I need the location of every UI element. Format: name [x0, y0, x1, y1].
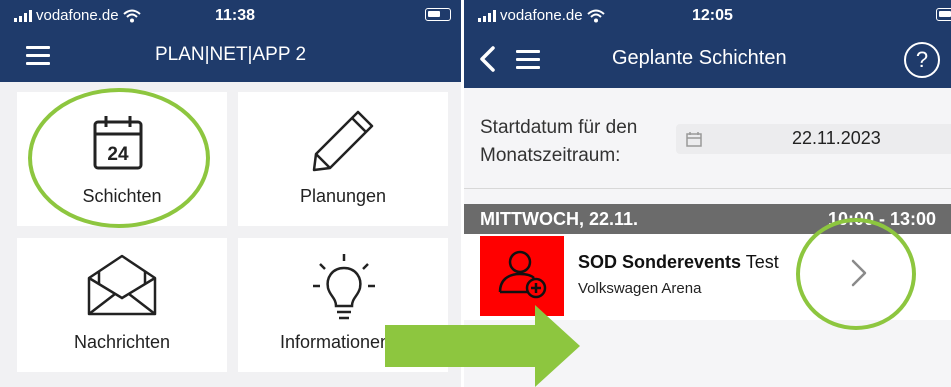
day-label: MITTWOCH, 22.11.: [480, 209, 639, 229]
tile-label: Schichten: [82, 186, 162, 206]
start-date-label: Startdatum für den Monatszeitraum:: [480, 117, 638, 166]
envelope-icon: [87, 254, 157, 316]
menu-icon[interactable]: [516, 50, 540, 69]
day-section-header: MITTWOCH, 22.11. 10:00 - 13:00: [464, 204, 951, 234]
shift-title-bold: SOD Sonderevents: [578, 252, 742, 272]
battery-icon: [425, 8, 451, 21]
arrow-right-icon: [385, 305, 580, 387]
signal-icon: [14, 9, 32, 22]
top-navbar: vodafone.de 12:05 Geplante Schichten ?: [464, 0, 951, 88]
help-button[interactable]: ?: [904, 42, 940, 78]
lightbulb-icon: [313, 254, 375, 320]
carrier-label: vodafone.de: [36, 7, 119, 24]
start-date-value: 22.11.2023: [792, 128, 881, 148]
tile-label: Planungen: [299, 186, 387, 206]
battery-icon: [936, 8, 951, 21]
status-time: 12:05: [692, 7, 733, 24]
user-add-icon: [498, 250, 547, 299]
divider: [464, 188, 951, 189]
shift-type-badge: [480, 236, 564, 316]
page-title: Geplante Schichten: [612, 47, 787, 69]
tile-schichten[interactable]: 24 Schichten: [17, 92, 227, 226]
tile-label: Nachrichten: [73, 332, 171, 352]
start-date-field[interactable]: 22.11.2023: [676, 124, 951, 154]
shift-title: SOD Sonderevents Test: [578, 252, 779, 273]
time-range: 10:00 - 13:00: [828, 209, 937, 229]
top-navbar: vodafone.de 11:38 PLAN|NET|APP 2: [0, 0, 461, 82]
carrier-label: vodafone.de: [500, 7, 583, 24]
calendar-icon: [686, 132, 702, 147]
tile-planungen[interactable]: Planungen: [238, 92, 448, 226]
calendar-day-number: 24: [107, 144, 129, 165]
pencil-icon: [312, 110, 374, 172]
status-time: 11:38: [215, 7, 256, 24]
wifi-icon: [586, 9, 605, 22]
signal-icon: [478, 9, 496, 22]
wifi-icon: [122, 9, 141, 22]
back-chevron-icon[interactable]: [478, 46, 496, 72]
shift-location: Volkswagen Arena: [578, 280, 702, 297]
shift-title-rest: Test: [745, 252, 779, 272]
status-bar: vodafone.de 11:38: [0, 0, 461, 30]
status-bar: vodafone.de 12:05: [464, 0, 951, 30]
app-title: PLAN|NET|APP 2: [154, 44, 307, 65]
tile-nachrichten[interactable]: Nachrichten: [17, 238, 227, 372]
chevron-right-icon[interactable]: [850, 258, 868, 288]
